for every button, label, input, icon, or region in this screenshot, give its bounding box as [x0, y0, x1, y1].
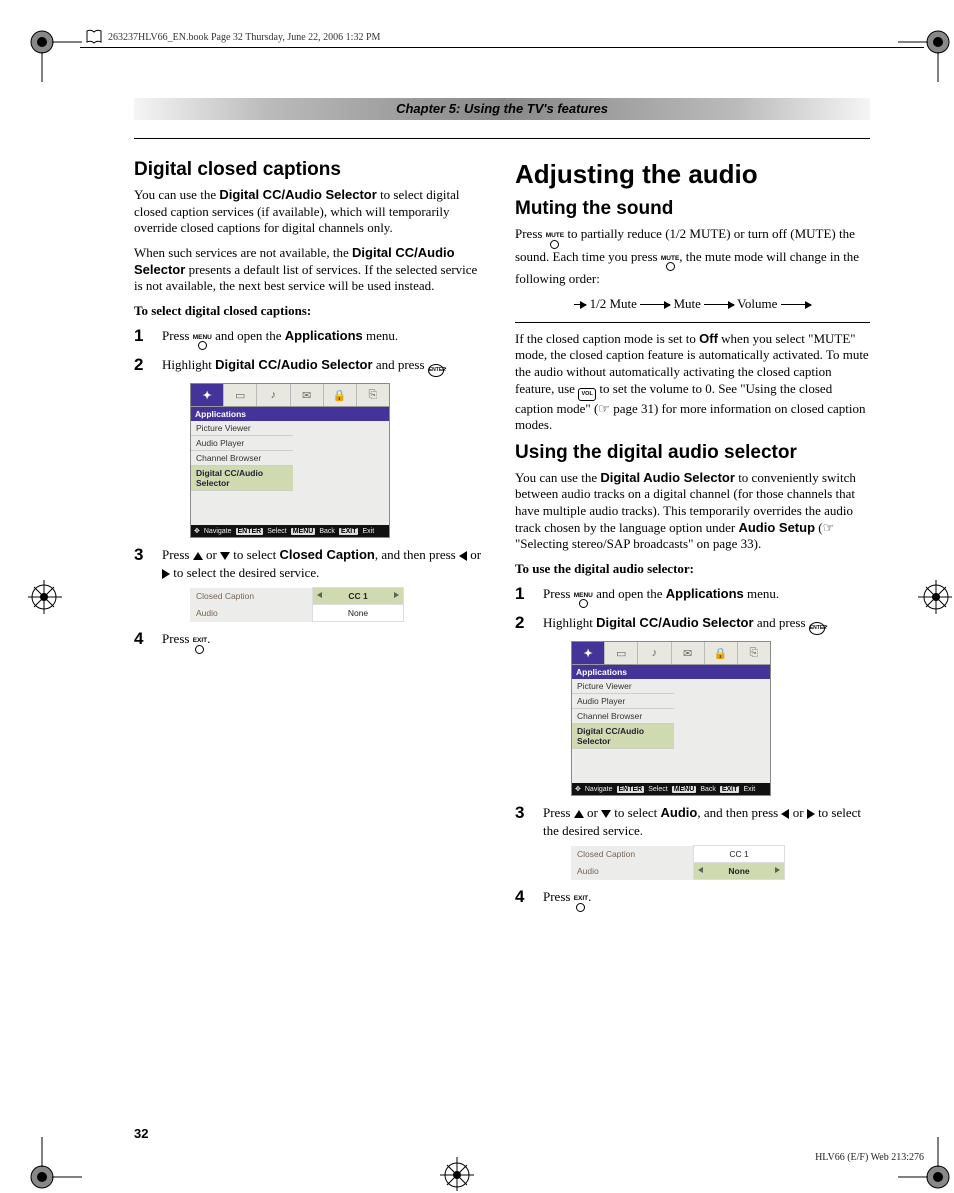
page-number: 32: [134, 1126, 148, 1141]
osd-item: Picture Viewer: [191, 421, 293, 436]
steps-right-cont: 3 Press or to select Audio, and then pre…: [515, 802, 870, 839]
menu-button-icon: MENU: [193, 335, 212, 351]
mute-sequence: 1/2 Mute Mute Volume: [515, 296, 870, 312]
book-page-header: 263237HLV66_EN.book Page 32 Thursday, Ju…: [80, 30, 924, 48]
right-arrow-icon: [807, 809, 815, 819]
step-3: 3 Press or to select Audio, and then pre…: [515, 802, 870, 839]
osd-tab-icon: ⎘: [738, 642, 770, 664]
right-arrow-icon: [394, 592, 399, 598]
crop-mark-top-left: [28, 28, 82, 82]
heading-digital-audio-selector: Using the digital audio selector: [515, 442, 870, 464]
para-intro-1: You can use the Digital CC/Audio Selecto…: [134, 187, 489, 237]
left-arrow-icon: [698, 867, 703, 873]
para-das: You can use the Digital Audio Selector t…: [515, 470, 870, 553]
enter-button-icon: ENTER: [428, 364, 444, 377]
arrow-icon: [574, 304, 586, 305]
crop-mark-bottom-left: [28, 1137, 82, 1191]
down-arrow-icon: [220, 552, 230, 560]
osd-tab-icon: ✉: [291, 384, 324, 406]
step-2: 2 Highlight Digital CC/Audio Selector an…: [134, 354, 489, 377]
exit-button-icon: EXIT: [574, 896, 588, 912]
osd-heading: Applications: [191, 407, 389, 421]
right-arrow-icon: [162, 569, 170, 579]
step-2: 2 Highlight Digital CC/Audio Selector an…: [515, 612, 870, 635]
nav-icon: ✥: [194, 527, 200, 535]
steps-right: 1 Press MENU and open the Applications m…: [515, 583, 870, 636]
header-text: 263237HLV66_EN.book Page 32 Thursday, Ju…: [108, 32, 380, 43]
up-arrow-icon: [193, 552, 203, 560]
menu-button-icon: MENU: [574, 593, 593, 609]
left-arrow-icon: [459, 551, 467, 561]
osd-item: Channel Browser: [191, 451, 293, 466]
down-arrow-icon: [601, 810, 611, 818]
osd-tab-icon: ✉: [672, 642, 705, 664]
step-1: 1 Press MENU and open the Applications m…: [134, 325, 489, 351]
osd-tab-apps-icon: ✦: [572, 642, 605, 664]
para-intro-2: When such services are not available, th…: [134, 245, 489, 295]
divider-line: [134, 138, 870, 139]
mute-button-icon: MUTE: [546, 233, 564, 249]
cc-row-value: CC 1: [313, 588, 404, 605]
osd-applications-menu: ✦ ▭ ♪ ✉ 🔒 ⎘ Applications Picture Viewer …: [571, 641, 771, 796]
osd-tab-strip: ✦ ▭ ♪ ✉ 🔒 ⎘: [191, 384, 389, 407]
osd-tab-apps-icon: ✦: [191, 384, 224, 406]
step-4: 4 Press EXIT.: [134, 628, 489, 654]
steps-left-end: 4 Press EXIT.: [134, 628, 489, 654]
osd-tab-icon: 🔒: [705, 642, 738, 664]
heading-muting: Muting the sound: [515, 198, 870, 220]
steps-left: 1 Press MENU and open the Applications m…: [134, 325, 489, 378]
steps-right-end: 4 Press EXIT.: [515, 886, 870, 912]
cc-selector-table: Closed Caption CC 1 Audio None: [190, 587, 404, 622]
osd-tab-icon: ⎘: [357, 384, 389, 406]
osd-item-highlighted: Digital CC/Audio Selector: [191, 466, 293, 491]
osd-tab-icon: ♪: [638, 642, 671, 664]
left-arrow-icon: [317, 592, 322, 598]
osd-applications-menu: ✦ ▭ ♪ ✉ 🔒 ⎘ Applications Picture Viewer …: [190, 383, 390, 538]
audio-row-label: Audio: [190, 605, 313, 622]
separator: [515, 322, 870, 323]
osd-list: Picture Viewer Audio Player Channel Brow…: [191, 421, 389, 525]
osd-tab-icon: 🔒: [324, 384, 357, 406]
footer-code: HLV66 (E/F) Web 213:276: [815, 1152, 924, 1163]
osd-item: Audio Player: [191, 436, 293, 451]
crop-mark-mid-left: [28, 570, 82, 624]
mute-button-icon: MUTE: [661, 256, 679, 272]
osd-tab-icon: ▭: [605, 642, 638, 664]
left-column: Digital closed captions You can use the …: [134, 153, 489, 916]
audio-row-value: None: [313, 605, 404, 622]
osd-footer: ✥Navigate ENTERSelect MENUBack EXITExit: [191, 525, 389, 537]
exit-button-icon: EXIT: [193, 638, 207, 654]
chapter-title-bar: Chapter 5: Using the TV's features: [134, 98, 870, 120]
arrow-icon: [640, 304, 670, 305]
pointer-icon: ☞: [598, 401, 610, 416]
audio-selector-table: Closed Caption CC 1 Audio None: [571, 845, 785, 880]
page-content: 263237HLV66_EN.book Page 32 Thursday, Ju…: [80, 30, 924, 1163]
subheading-select-cc: To select digital closed captions:: [134, 303, 489, 319]
book-icon: [86, 29, 102, 45]
registration-icon: [28, 28, 82, 82]
arrow-icon: [704, 304, 734, 305]
step-1: 1 Press MENU and open the Applications m…: [515, 583, 870, 609]
registration-icon: [28, 1137, 82, 1191]
right-arrow-icon: [775, 867, 780, 873]
step-3: 3 Press or to select Closed Caption, and…: [134, 544, 489, 581]
cc-row-label: Closed Caption: [190, 588, 313, 605]
para-mute-2: If the closed caption mode is set to Off…: [515, 331, 870, 434]
heading-digital-cc: Digital closed captions: [134, 159, 489, 181]
osd-tab-icon: ♪: [257, 384, 290, 406]
para-mute-1: Press MUTE to partially reduce (1/2 MUTE…: [515, 226, 870, 288]
pointer-icon: ☞: [823, 520, 835, 535]
nav-icon: ✥: [575, 785, 581, 793]
arrow-icon: [781, 304, 811, 305]
right-column: Adjusting the audio Muting the sound Pre…: [515, 153, 870, 916]
heading-adjusting-audio: Adjusting the audio: [515, 159, 870, 190]
enter-button-icon: ENTER: [809, 622, 825, 635]
vol-button-icon: VOL: [578, 388, 596, 401]
step-4: 4 Press EXIT.: [515, 886, 870, 912]
audio-row-value: None: [694, 863, 785, 880]
steps-left-cont: 3 Press or to select Closed Caption, and…: [134, 544, 489, 581]
subheading-das: To use the digital audio selector:: [515, 561, 870, 577]
osd-tab-icon: ▭: [224, 384, 257, 406]
up-arrow-icon: [574, 810, 584, 818]
